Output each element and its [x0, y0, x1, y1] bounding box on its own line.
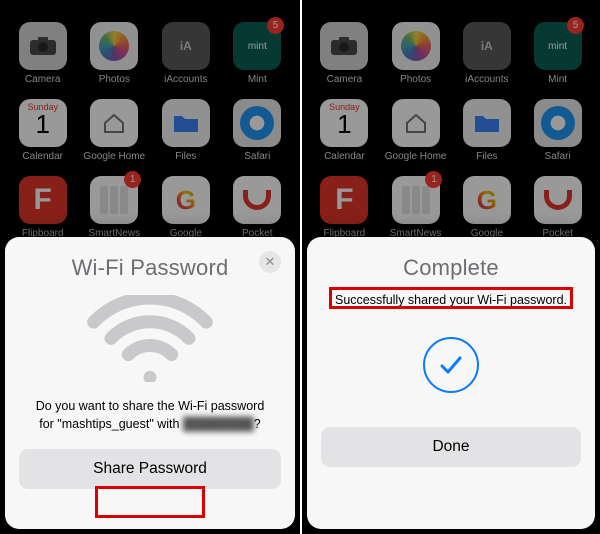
app-icon [90, 99, 138, 147]
app-flipboard[interactable]: FFlipboard [314, 176, 375, 239]
app-safari[interactable]: Safari [227, 99, 288, 162]
sheet-title: Complete [321, 255, 581, 281]
notification-badge: 1 [425, 171, 442, 188]
notification-badge: 5 [267, 17, 284, 34]
app-label: iAccounts [164, 74, 207, 85]
app-label: Files [476, 151, 497, 162]
app-google-home[interactable]: Google Home [83, 99, 145, 162]
app-label: Mint [548, 74, 567, 85]
app-label: iAccounts [465, 74, 508, 85]
app-smartnews[interactable]: 1SmartNews [83, 176, 145, 239]
app-label: Camera [25, 74, 61, 85]
sheet-title: Wi-Fi Password [19, 255, 281, 281]
contact-name-redacted: ████████ [183, 417, 254, 431]
home-screen: Camera Photos iA iAccounts mint5Mint Sunday1 C… [0, 0, 300, 239]
app-icon [233, 99, 281, 147]
phone-screenshot-left: Camera Photos iA iAccounts mint5Mint Sunday1 C… [0, 0, 300, 534]
app-label: Files [175, 151, 196, 162]
app-icon [162, 99, 210, 147]
app-icon [392, 22, 440, 70]
app-photos[interactable]: Photos [83, 22, 145, 85]
app-label: Calendar [22, 151, 63, 162]
app-label: Google Home [83, 151, 145, 162]
app-label: Photos [400, 74, 431, 85]
app-icon: iA [463, 22, 511, 70]
app-icon: F [320, 176, 368, 224]
close-icon: ✕ [265, 254, 276, 270]
app-iaccounts[interactable]: iA iAccounts [155, 22, 216, 85]
app-iaccounts[interactable]: iA iAccounts [456, 22, 517, 85]
app-label: Photos [99, 74, 130, 85]
app-icon [463, 99, 511, 147]
app-icon: Sunday1 [320, 99, 368, 147]
app-icon: G [463, 176, 511, 224]
app-mint[interactable]: mint5Mint [227, 22, 288, 85]
app-label: Camera [327, 74, 363, 85]
wifi-password-sheet: ✕ Wi-Fi Password Do you want to share th… [5, 237, 295, 529]
app-icon [90, 22, 138, 70]
app-icon [320, 22, 368, 70]
app-mint[interactable]: mint5Mint [527, 22, 588, 85]
app-icon: G [162, 176, 210, 224]
app-icon [233, 176, 281, 224]
app-pocket[interactable]: Pocket [527, 176, 588, 239]
app-icon: Sunday1 [19, 99, 67, 147]
app-camera[interactable]: Camera [12, 22, 73, 85]
notification-badge: 5 [567, 17, 584, 34]
app-label: Safari [545, 151, 571, 162]
app-pocket[interactable]: Pocket [227, 176, 288, 239]
app-google[interactable]: GGoogle [155, 176, 216, 239]
app-icon: iA [162, 22, 210, 70]
home-screen: Camera Photos iA iAccounts mint5Mint Sunday1 C… [302, 0, 600, 239]
app-safari[interactable]: Safari [527, 99, 588, 162]
app-label: Safari [244, 151, 270, 162]
app-flipboard[interactable]: FFlipboard [12, 176, 73, 239]
app-icon [534, 176, 582, 224]
app-label: Mint [248, 74, 267, 85]
annotation-share-button [95, 486, 205, 518]
app-photos[interactable]: Photos [385, 22, 447, 85]
app-google-home[interactable]: Google Home [385, 99, 447, 162]
app-calendar[interactable]: Sunday1 Calendar [12, 99, 73, 162]
app-calendar[interactable]: Sunday1 Calendar [314, 99, 375, 162]
app-icon [534, 99, 582, 147]
close-button[interactable]: ✕ [259, 251, 281, 273]
notification-badge: 1 [124, 171, 141, 188]
app-icon [19, 22, 67, 70]
checkmark-icon [423, 337, 479, 393]
done-button[interactable]: Done [321, 427, 581, 467]
app-files[interactable]: Files [456, 99, 517, 162]
sheet-message: Do you want to share the Wi-Fi password … [19, 397, 281, 433]
app-google[interactable]: GGoogle [456, 176, 517, 239]
app-camera[interactable]: Camera [314, 22, 375, 85]
app-icon: F [19, 176, 67, 224]
share-password-button[interactable]: Share Password [19, 449, 281, 489]
phone-screenshot-right: Camera Photos iA iAccounts mint5Mint Sunday1 C… [300, 0, 600, 534]
app-label: Calendar [324, 151, 365, 162]
app-icon [392, 99, 440, 147]
app-label: Google Home [385, 151, 447, 162]
app-smartnews[interactable]: 1SmartNews [385, 176, 447, 239]
sheet-message: Successfully shared your Wi-Fi password. [321, 291, 581, 309]
wifi-complete-sheet: Complete Successfully shared your Wi-Fi … [307, 237, 595, 529]
wifi-icon [85, 295, 215, 387]
app-files[interactable]: Files [155, 99, 216, 162]
